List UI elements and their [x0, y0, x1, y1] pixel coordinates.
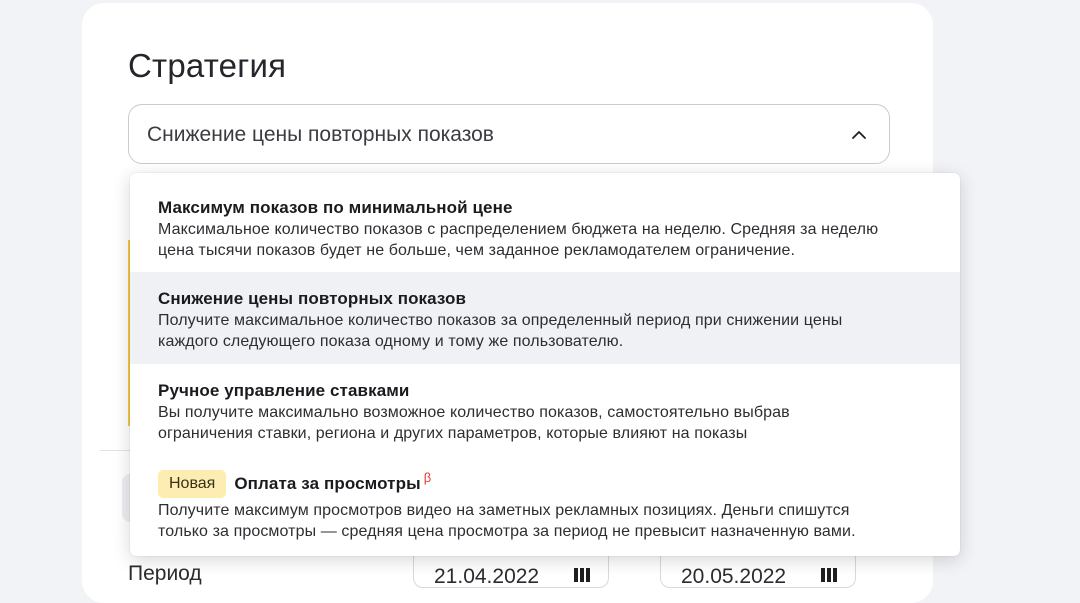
- option-title: Ручное управление ставками: [158, 381, 410, 400]
- date-to-value: 20.05.2022: [681, 565, 787, 588]
- strategy-dropdown-menu: Максимум показов по минимальной цене Мак…: [130, 173, 960, 556]
- calendar-icon: [821, 568, 837, 582]
- option-repeat-impressions-discount[interactable]: Снижение цены повторных показов Получите…: [130, 272, 960, 364]
- date-from-value: 21.04.2022: [434, 565, 540, 588]
- chevron-up-icon: [852, 131, 866, 139]
- period-label: Период: [128, 562, 202, 585]
- option-max-impressions-min-price[interactable]: Максимум показов по минимальной цене Мак…: [130, 173, 960, 272]
- option-description-line: каждого следующего показа одному и тому …: [158, 333, 624, 350]
- option-title: Оплата за просмотры: [234, 474, 421, 493]
- option-description-line: Вы получите максимально возможное количе…: [158, 404, 790, 421]
- option-description-line: Получите максимальное количество показов…: [158, 312, 843, 329]
- beta-mark: β: [423, 469, 432, 485]
- section-divider: [100, 450, 130, 451]
- strategy-select-value: Снижение цены повторных показов: [147, 123, 494, 146]
- option-pay-per-view[interactable]: Новая Оплата за просмотры β Получите мак…: [130, 456, 960, 556]
- option-description-line: Максимальное количество показов с распре…: [158, 221, 879, 238]
- page-title: Стратегия: [128, 47, 287, 84]
- option-title: Максимум показов по минимальной цене: [158, 198, 513, 217]
- option-manual-bidding[interactable]: Ручное управление ставками Вы получите м…: [130, 364, 960, 456]
- option-description-line: только за просмотры — средняя цена просм…: [158, 523, 856, 540]
- calendar-icon: [574, 568, 590, 582]
- option-description-line: Получите максимум просмотров видео на за…: [158, 502, 850, 519]
- option-header: Новая Оплата за просмотры β: [158, 470, 431, 498]
- option-description: Получите максимум просмотров видео на за…: [158, 500, 856, 542]
- option-description-line: цена тысячи показов будет не больше, чем…: [158, 242, 796, 259]
- strategy-select[interactable]: Снижение цены повторных показов: [128, 104, 890, 164]
- new-badge: Новая: [158, 470, 227, 498]
- option-title: Снижение цены повторных показов: [158, 289, 467, 308]
- option-description-line: ограничения ставки, региона и других пар…: [158, 425, 748, 442]
